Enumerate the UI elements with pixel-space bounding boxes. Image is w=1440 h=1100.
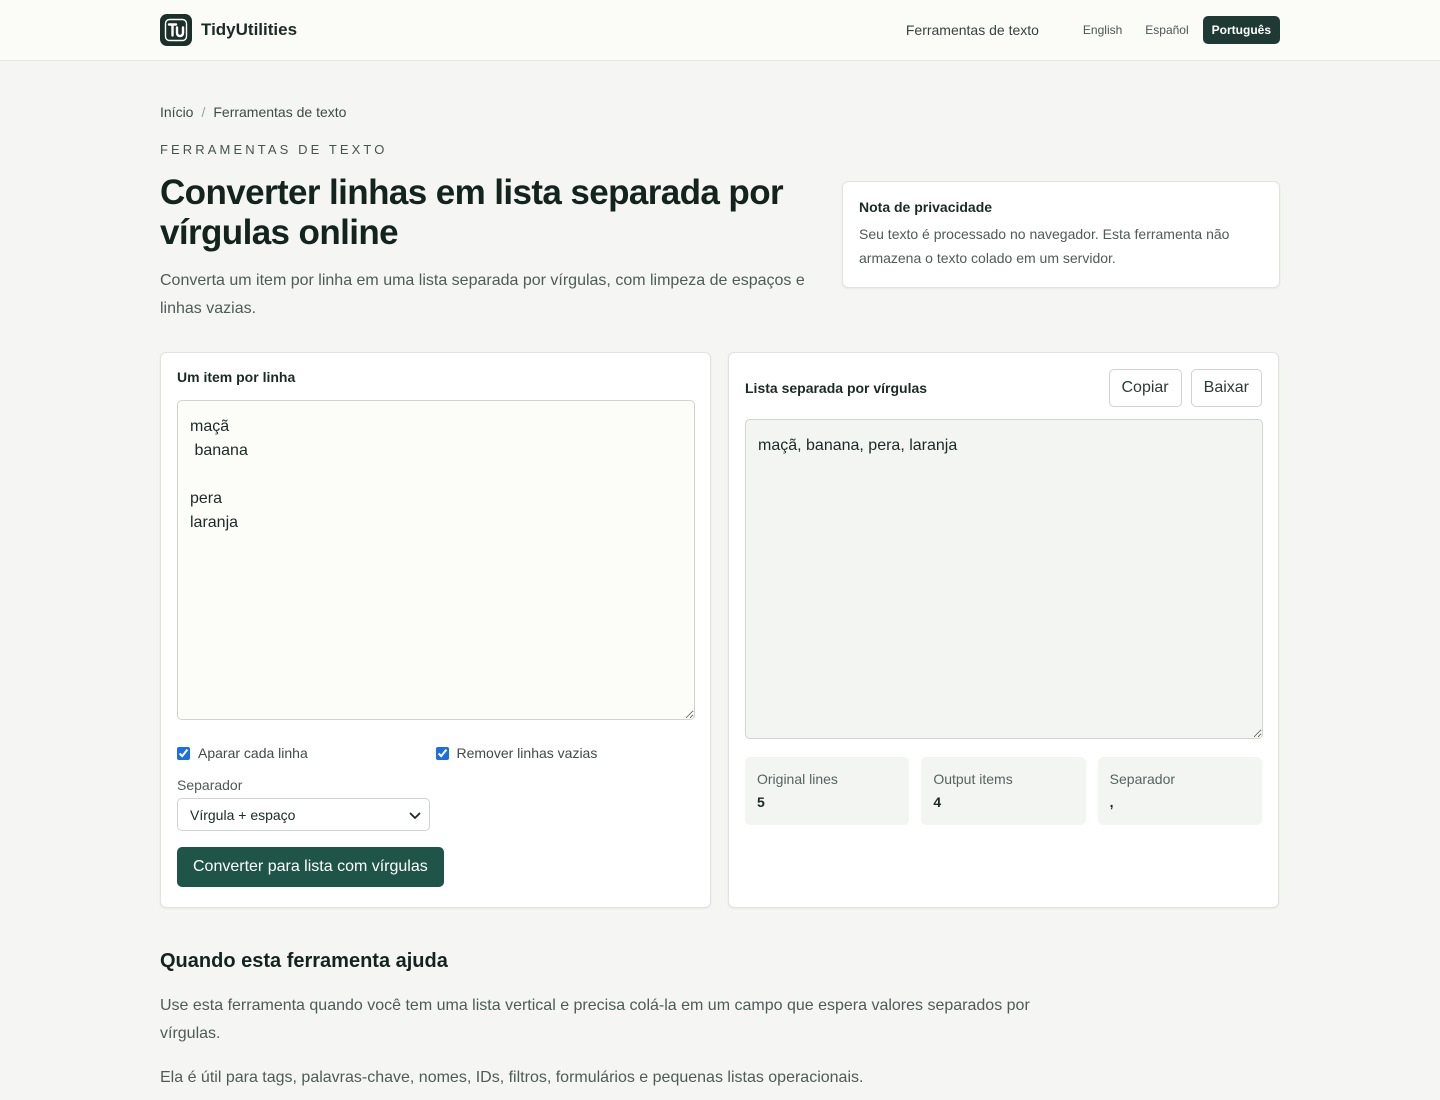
input-textarea[interactable]	[177, 400, 695, 720]
stat-label: Separador	[1109, 771, 1176, 787]
tool-panels: Um item por linha Aparar cada linha Remo…	[160, 352, 1280, 908]
stat-original-lines: Original lines 5	[745, 757, 910, 825]
main-nav: Ferramentas de texto English Español Por…	[906, 16, 1280, 44]
copy-button[interactable]: Copiar	[1108, 369, 1182, 407]
stat-separator: Separador ,	[1097, 757, 1262, 825]
page-lead: Converta um item por linha em uma lista …	[160, 272, 805, 317]
stat-output-items: Output items 4	[921, 757, 1086, 825]
help-heading: Quando esta ferramenta ajuda	[160, 950, 448, 972]
lang-spanish[interactable]: Español	[1136, 16, 1197, 44]
trim-checkbox[interactable]	[177, 746, 190, 760]
separator-select[interactable]: Vírgula + espaço	[177, 798, 430, 831]
output-actions: Copiar Baixar	[1108, 369, 1262, 407]
help-paragraph-1: Use esta ferramenta quando você tem uma …	[160, 997, 1030, 1042]
breadcrumb-current: Ferramentas de texto	[213, 104, 347, 120]
help-paragraph-2: Ela é útil para tags, palavras-chave, no…	[160, 1069, 864, 1086]
separator-label: Separador	[177, 777, 243, 793]
output-panel: Lista separada por vírgulas Copiar Baixa…	[728, 352, 1279, 908]
separator-selected: Vírgula + espaço	[190, 806, 296, 823]
convert-button[interactable]: Converter para lista com vírgulas	[177, 847, 444, 887]
brand-name: TidyUtilities	[201, 20, 298, 39]
stats-row: Original lines 5 Output items 4 Separado…	[745, 757, 1262, 825]
remove-empty-label: Remover linhas vazias	[456, 745, 598, 761]
stat-label: Original lines	[757, 771, 838, 787]
stat-label: Output items	[933, 771, 1013, 787]
breadcrumb: Início / Ferramentas de texto	[160, 104, 1280, 120]
tu-logo-icon	[160, 14, 192, 46]
output-label: Lista separada por vírgulas	[745, 380, 928, 396]
lang-english[interactable]: English	[1074, 16, 1131, 44]
options-row: Aparar cada linha Remover linhas vazias	[177, 745, 694, 761]
stat-value: 4	[933, 794, 942, 810]
chevron-down-icon	[409, 807, 421, 823]
trim-option[interactable]: Aparar cada linha	[177, 745, 436, 761]
stat-value: 5	[757, 794, 765, 810]
output-textarea[interactable]	[745, 419, 1263, 739]
main-content: Início / Ferramentas de texto FERRAMENTA…	[160, 104, 1280, 1092]
eyebrow: FERRAMENTAS DE TEXTO	[160, 142, 388, 157]
brand[interactable]: TidyUtilities	[160, 14, 297, 46]
trim-label: Aparar cada linha	[198, 745, 308, 761]
privacy-note: Nota de privacidade Seu texto é processa…	[842, 181, 1280, 288]
breadcrumb-home[interactable]: Início	[160, 104, 193, 120]
hero: FERRAMENTAS DE TEXTO Converter linhas em…	[160, 120, 1280, 323]
output-header: Lista separada por vírgulas Copiar Baixa…	[745, 369, 1262, 407]
privacy-title: Nota de privacidade	[859, 199, 993, 215]
nav-link-text-tools[interactable]: Ferramentas de texto	[906, 22, 1039, 38]
input-panel: Um item por linha Aparar cada linha Remo…	[160, 352, 711, 908]
download-button[interactable]: Baixar	[1190, 369, 1262, 407]
stat-value: ,	[1109, 794, 1114, 810]
page-title: Converter linhas em lista separada por v…	[160, 173, 784, 252]
lang-portuguese[interactable]: Português	[1202, 16, 1280, 44]
remove-empty-checkbox[interactable]	[435, 746, 449, 760]
remove-empty-option[interactable]: Remover linhas vazias	[435, 745, 695, 761]
help-section: Quando esta ferramenta ajuda Use esta fe…	[160, 950, 1060, 1092]
input-label: Um item por linha	[177, 369, 296, 385]
breadcrumb-separator: /	[201, 104, 206, 120]
hero-text: FERRAMENTAS DE TEXTO Converter linhas em…	[160, 120, 825, 323]
top-bar: TidyUtilities Ferramentas de texto Engli…	[0, 0, 1440, 61]
privacy-text: Seu texto é processado no navegador. Est…	[859, 226, 1230, 266]
